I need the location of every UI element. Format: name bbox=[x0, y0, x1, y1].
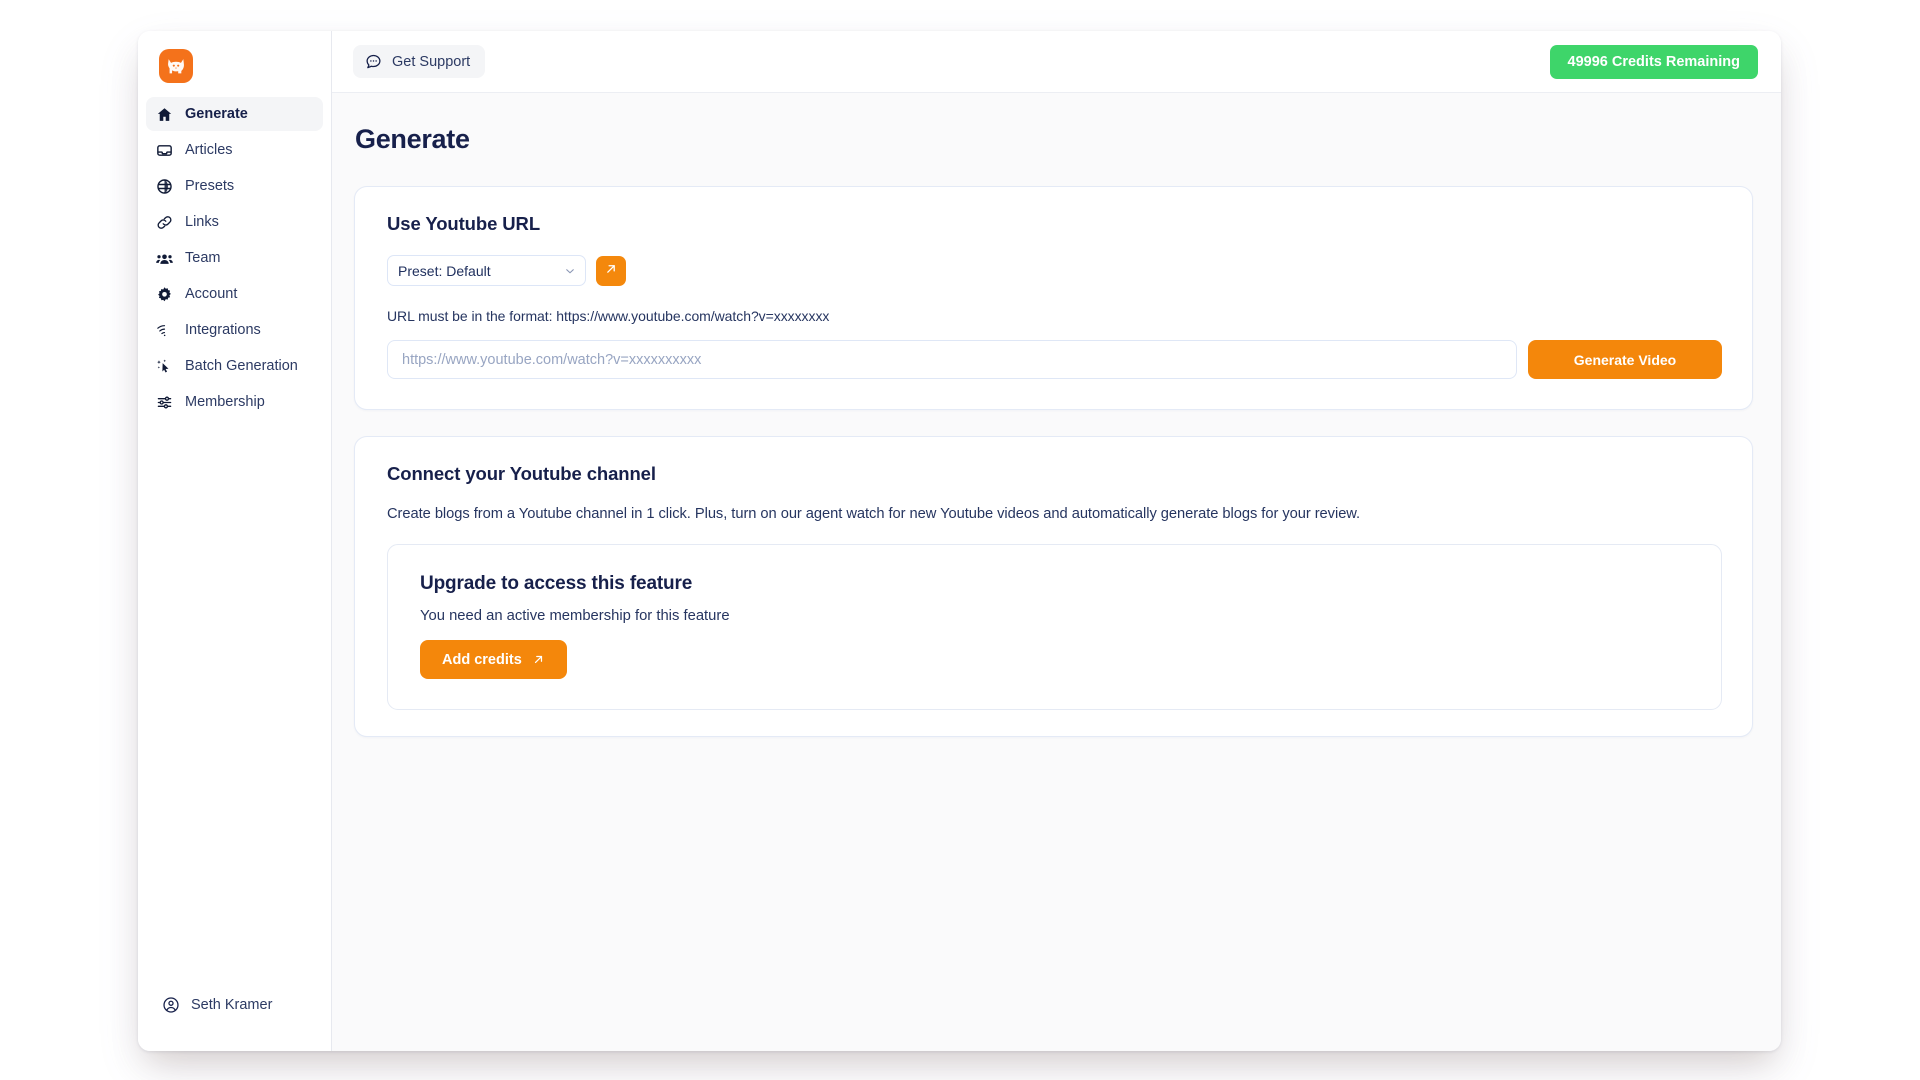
sidebar-item-articles[interactable]: Articles bbox=[146, 133, 323, 167]
sidebar-item-team[interactable]: Team bbox=[146, 241, 323, 275]
fox-logo-icon[interactable] bbox=[159, 49, 193, 83]
sidebar-item-label: Account bbox=[185, 286, 238, 302]
sidebar-item-presets[interactable]: Presets bbox=[146, 169, 323, 203]
connect-channel-card: Connect your Youtube channel Create blog… bbox=[354, 436, 1753, 737]
inbox-icon bbox=[156, 142, 173, 159]
chat-bubble-dots-icon bbox=[365, 53, 382, 70]
sidebar-item-batch-generation[interactable]: Batch Generation bbox=[146, 349, 323, 383]
preset-select[interactable]: Preset: Default bbox=[387, 255, 586, 286]
sliders-icon bbox=[156, 394, 173, 411]
youtube-url-card-title: Use Youtube URL bbox=[387, 213, 541, 234]
sidebar-item-label: Links bbox=[185, 214, 219, 230]
generate-video-button[interactable]: Generate Video bbox=[1528, 340, 1722, 379]
arrow-up-right-icon bbox=[604, 262, 618, 279]
preset-row: Preset: Default bbox=[387, 255, 1722, 286]
add-credits-label: Add credits bbox=[442, 651, 522, 668]
sidebar-item-label: Batch Generation bbox=[185, 358, 298, 374]
sidebar-user-profile[interactable]: Seth Kramer bbox=[152, 987, 317, 1023]
get-support-button[interactable]: Get Support bbox=[353, 45, 486, 78]
user-circle-icon bbox=[162, 996, 180, 1014]
sidebar-item-label: Presets bbox=[185, 178, 235, 194]
topbar: Get Support 49996 Credits Remaining bbox=[332, 31, 1781, 93]
sidebar-nav: Generate Articles Presets Links Team Acc… bbox=[138, 97, 331, 419]
users-icon bbox=[156, 250, 173, 267]
credits-remaining-badge[interactable]: 49996 Credits Remaining bbox=[1549, 44, 1758, 79]
sidebar-user-name: Seth Kramer bbox=[191, 997, 273, 1013]
chevron-down-icon bbox=[564, 265, 576, 277]
logo-wrapper bbox=[138, 31, 331, 97]
connect-channel-card-title: Connect your Youtube channel bbox=[387, 463, 656, 484]
globe-icon bbox=[156, 178, 173, 195]
sidebar-item-generate[interactable]: Generate bbox=[146, 97, 323, 131]
url-row: Generate Video bbox=[387, 340, 1722, 379]
get-support-label: Get Support bbox=[392, 53, 471, 70]
sidebar-item-label: Integrations bbox=[185, 322, 261, 338]
preset-open-button[interactable] bbox=[596, 255, 626, 286]
youtube-url-card: Use Youtube URL Preset: Default URL must… bbox=[354, 186, 1753, 410]
preset-select-value: Preset: Default bbox=[398, 262, 491, 279]
page-title: Generate bbox=[355, 124, 470, 154]
main-area: Get Support 49996 Credits Remaining Gene… bbox=[332, 31, 1781, 1051]
sidebar-item-account[interactable]: Account bbox=[146, 277, 323, 311]
youtube-url-input[interactable] bbox=[387, 340, 1517, 379]
wifi-icon bbox=[156, 322, 173, 339]
upgrade-title: Upgrade to access this feature bbox=[420, 573, 693, 594]
sparkle-cursor-icon bbox=[156, 358, 173, 375]
connect-channel-description: Create blogs from a Youtube channel in 1… bbox=[387, 506, 1361, 522]
app-window: Generate Articles Presets Links Team Acc… bbox=[138, 31, 1781, 1051]
home-icon bbox=[156, 106, 173, 123]
sidebar-item-membership[interactable]: Membership bbox=[146, 385, 323, 419]
add-credits-button[interactable]: Add credits bbox=[420, 640, 567, 679]
arrow-up-right-icon bbox=[532, 653, 545, 666]
sidebar: Generate Articles Presets Links Team Acc… bbox=[138, 31, 332, 1051]
sidebar-item-links[interactable]: Links bbox=[146, 205, 323, 239]
sidebar-item-label: Articles bbox=[185, 142, 233, 158]
gear-icon bbox=[156, 286, 173, 303]
page-content: Generate Use Youtube URL Preset: Default bbox=[332, 93, 1781, 1051]
url-format-hint: URL must be in the format: https://www.y… bbox=[387, 308, 830, 324]
upgrade-subtitle: You need an active membership for this f… bbox=[420, 608, 730, 624]
sidebar-item-label: Generate bbox=[185, 106, 248, 122]
sidebar-item-integrations[interactable]: Integrations bbox=[146, 313, 323, 347]
sidebar-item-label: Membership bbox=[185, 394, 265, 410]
sidebar-item-label: Team bbox=[185, 250, 221, 266]
link-icon bbox=[156, 214, 173, 231]
upgrade-box: Upgrade to access this feature You need … bbox=[387, 544, 1722, 710]
